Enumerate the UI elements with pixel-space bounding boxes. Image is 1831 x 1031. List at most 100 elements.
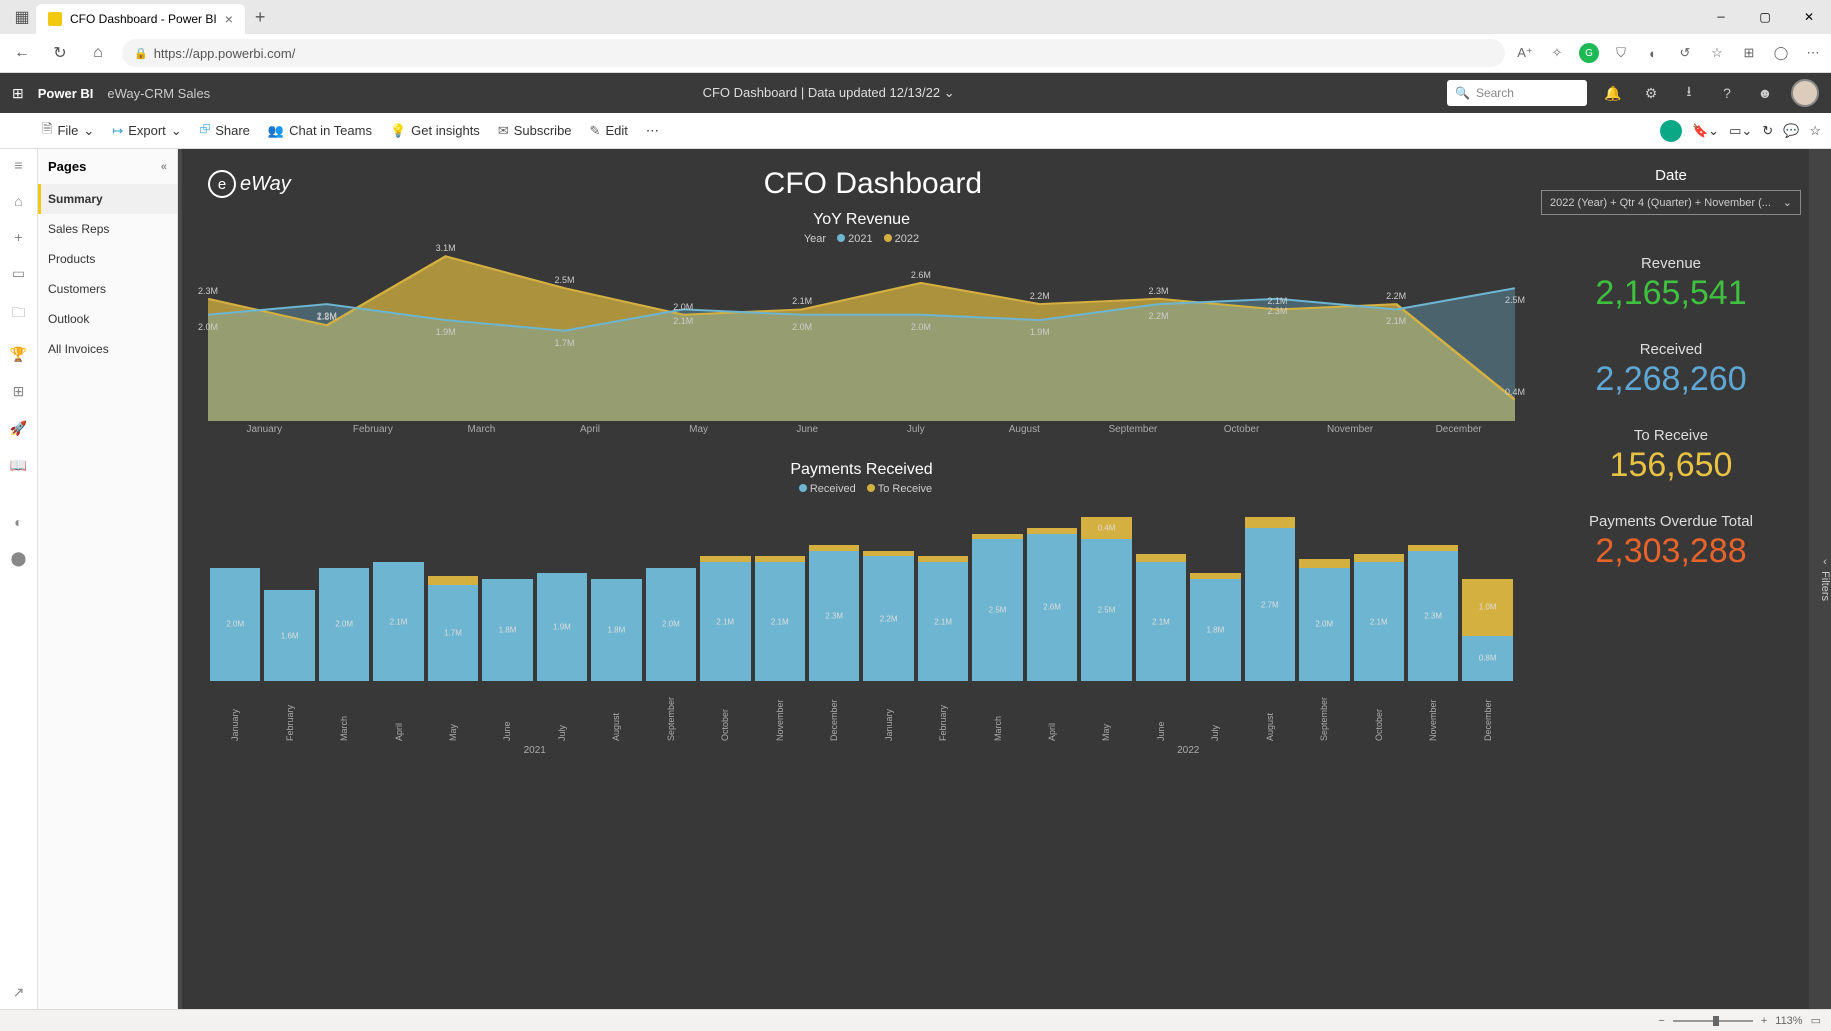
favorite-icon[interactable]: ✧: [1547, 43, 1567, 63]
zoom-in-button[interactable]: +: [1761, 1015, 1767, 1027]
more-ribbon-icon[interactable]: ⋯: [646, 123, 659, 139]
data-label: 1.9M: [1030, 327, 1050, 337]
workspace-current-icon[interactable]: ⬤: [11, 550, 27, 567]
chart-legend: Received To Receive: [208, 483, 1515, 495]
expand-rail-icon[interactable]: ↗: [13, 984, 25, 1001]
tabs-overview-icon[interactable]: ▦: [8, 3, 36, 31]
home-nav-icon[interactable]: ⌂: [14, 193, 22, 209]
sync-icon[interactable]: ◐: [1643, 43, 1663, 63]
apps-icon[interactable]: ⊞: [13, 383, 25, 400]
hamburger-icon[interactable]: ≡: [14, 157, 22, 173]
chevron-down-icon: ⌄: [1783, 196, 1792, 209]
chat-teams-button[interactable]: 👥Chat in Teams: [268, 123, 372, 139]
deploy-icon[interactable]: 🚀: [10, 420, 27, 437]
browser-tab[interactable]: CFO Dashboard - Power BI ×: [36, 4, 245, 34]
notifications-icon[interactable]: 🔔: [1601, 85, 1625, 102]
yoy-chart[interactable]: YoY Revenue Year 2021 2022 2.0M2.2M1.9M1…: [208, 211, 1515, 451]
export-menu[interactable]: ↦Export⌄: [112, 123, 181, 139]
page-item[interactable]: Outlook: [38, 304, 177, 334]
maximize-button[interactable]: ▢: [1743, 0, 1787, 34]
page-item[interactable]: All Invoices: [38, 334, 177, 364]
workspace-name[interactable]: eWay-CRM Sales: [107, 86, 210, 101]
x-tick: February: [938, 685, 948, 741]
bar-column: 2.0M: [210, 568, 260, 681]
download-icon[interactable]: ⭳: [1677, 81, 1701, 105]
settings-icon[interactable]: ⚙: [1639, 85, 1663, 102]
data-label: 2.1M: [792, 296, 812, 306]
filters-pane-toggle[interactable]: ‹ Filters: [1809, 149, 1831, 1009]
reset-view-button[interactable]: [1660, 120, 1682, 142]
tab-close-icon[interactable]: ×: [225, 11, 233, 27]
new-tab-button[interactable]: +: [245, 7, 276, 28]
create-icon[interactable]: +: [14, 229, 22, 245]
data-label: 2.2M: [1030, 291, 1050, 301]
file-menu[interactable]: 🗎File⌄: [42, 120, 94, 142]
url-input[interactable]: 🔒 https://app.powerbi.com/: [122, 39, 1505, 67]
refresh-icon[interactable]: ↻: [1762, 123, 1773, 139]
home-button[interactable]: ⌂: [84, 39, 112, 67]
report-title-center[interactable]: CFO Dashboard | Data updated 12/13/22 ⌄: [224, 85, 1433, 101]
more-icon[interactable]: ⋯: [1803, 43, 1823, 63]
export-icon: ↦: [112, 123, 123, 139]
tab-bar: ▦ CFO Dashboard - Power BI × + — ▢ ✕: [0, 0, 1831, 34]
page-item[interactable]: Summary: [38, 184, 177, 214]
x-tick: November: [775, 685, 785, 741]
kpi-overdue[interactable]: Payments Overdue Total 2,303,288: [1541, 513, 1801, 571]
bar-column: 2.1M: [373, 562, 423, 681]
data-label: 0.4M: [1505, 387, 1525, 397]
share-button[interactable]: ⮺Share: [200, 120, 250, 142]
kpi-to-receive[interactable]: To Receive 156,650: [1541, 427, 1801, 485]
date-dropdown[interactable]: 2022 (Year) + Qtr 4 (Quarter) + November…: [1541, 190, 1801, 215]
profile-icon[interactable]: ◯: [1771, 43, 1791, 63]
page-item[interactable]: Products: [38, 244, 177, 274]
shield-icon[interactable]: ⛉: [1611, 43, 1631, 63]
data-label: 2.6M: [911, 270, 931, 280]
grammarly-icon[interactable]: G: [1579, 43, 1599, 63]
zoom-out-button[interactable]: −: [1658, 1015, 1664, 1027]
star-icon[interactable]: ☆: [1809, 123, 1821, 139]
edit-button[interactable]: ✎Edit: [590, 123, 628, 139]
subscribe-button[interactable]: ✉Subscribe: [498, 123, 572, 139]
collapse-pages-icon[interactable]: «: [161, 161, 167, 173]
refresh-ext-icon[interactable]: ↺: [1675, 43, 1695, 63]
left-rail: ≡ ⌂ + ▭ 🗀 🏆 ⊞ 🚀 📖 ◐ ⬤ ↗: [0, 149, 38, 1009]
read-aloud-icon[interactable]: A⁺: [1515, 43, 1535, 63]
bookmark-icon[interactable]: 🔖⌄: [1692, 123, 1719, 139]
avatar[interactable]: [1791, 79, 1819, 107]
metrics-icon[interactable]: 🏆: [10, 346, 27, 363]
kpi-received[interactable]: Received 2,268,260: [1541, 341, 1801, 399]
x-tick: November: [1428, 685, 1438, 741]
workspace-icon[interactable]: ◐: [14, 514, 22, 530]
zoom-slider[interactable]: [1673, 1020, 1753, 1022]
data-label: 2.1M: [673, 316, 693, 326]
feedback-icon[interactable]: ☻: [1753, 85, 1777, 101]
browse-icon[interactable]: ▭: [12, 265, 25, 282]
learn-icon[interactable]: 📖: [10, 457, 27, 474]
search-input[interactable]: 🔍 Search: [1447, 80, 1587, 106]
help-icon[interactable]: ?: [1715, 85, 1739, 101]
chevron-down-icon: ⌄: [83, 123, 94, 139]
comment-icon[interactable]: 💬: [1783, 123, 1799, 139]
data-hub-icon[interactable]: 🗀: [12, 302, 26, 326]
back-button[interactable]: ←: [8, 39, 36, 67]
collections-icon[interactable]: ⊞: [1739, 43, 1759, 63]
bar-column: 2.2M: [863, 551, 913, 681]
view-icon[interactable]: ▭⌄: [1729, 123, 1752, 139]
minimize-button[interactable]: —: [1699, 0, 1743, 34]
insights-button[interactable]: 💡Get insights: [390, 123, 480, 139]
fit-page-icon[interactable]: ▭: [1811, 1014, 1821, 1027]
kpi-revenue[interactable]: Revenue 2,165,541: [1541, 255, 1801, 313]
x-tick: April: [1047, 685, 1057, 741]
close-button[interactable]: ✕: [1787, 0, 1831, 34]
bar-column: 2.7M: [1245, 517, 1295, 681]
payments-chart[interactable]: Payments Received Received To Receive 2.…: [208, 461, 1515, 756]
page-item[interactable]: Customers: [38, 274, 177, 304]
app-launcher-icon[interactable]: ⊞: [12, 85, 24, 102]
pages-panel: Pages « SummarySales RepsProductsCustome…: [38, 149, 178, 1009]
page-item[interactable]: Sales Reps: [38, 214, 177, 244]
refresh-button[interactable]: ↻: [46, 39, 74, 67]
file-icon: 🗎: [42, 120, 52, 142]
star-icon[interactable]: ☆: [1707, 43, 1727, 63]
bar-column: 1.8M: [591, 579, 641, 681]
browser-chrome: ▦ CFO Dashboard - Power BI × + — ▢ ✕ ← ↻…: [0, 0, 1831, 73]
